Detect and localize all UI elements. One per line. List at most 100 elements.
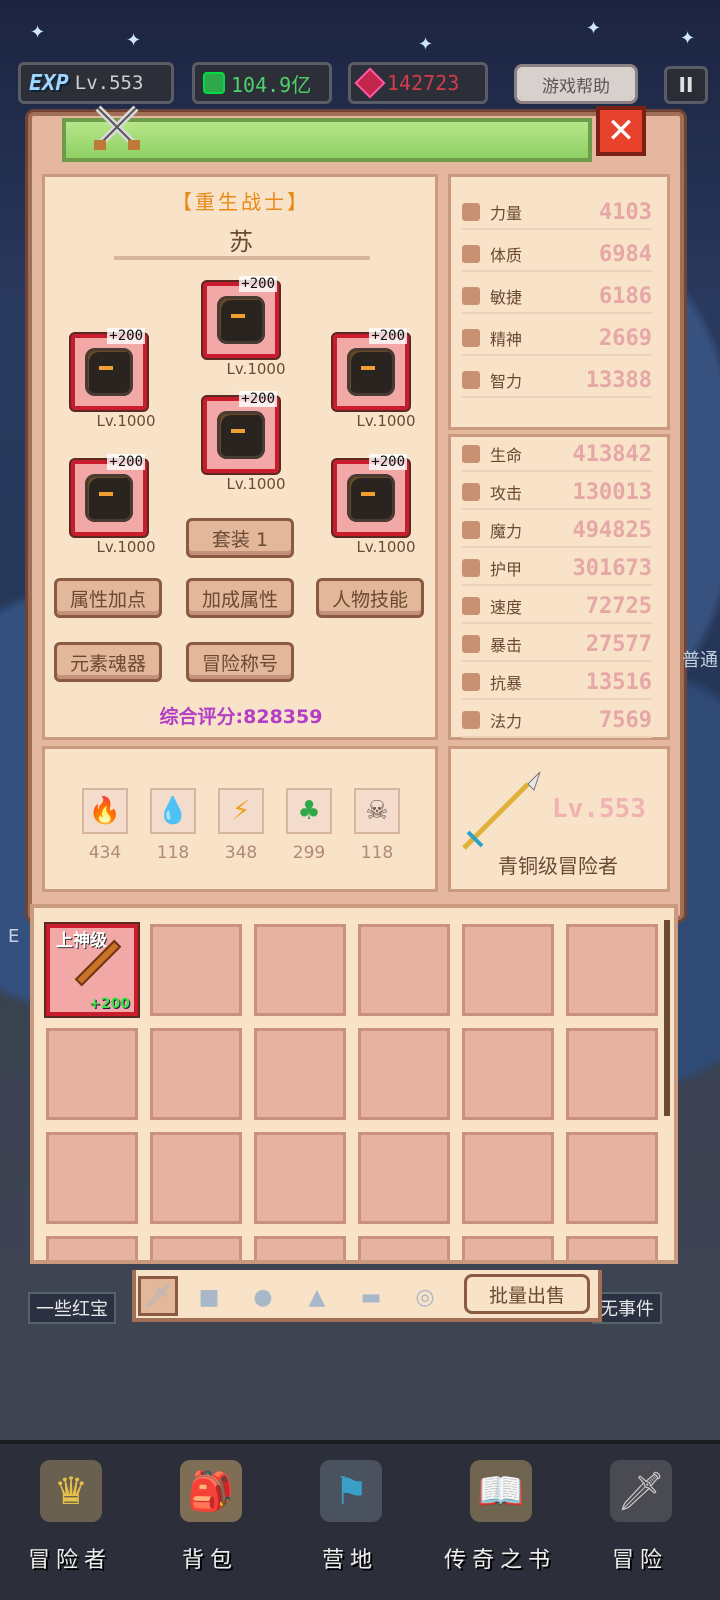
- stat-value: 130013: [572, 479, 652, 505]
- edge-text-right: 普通: [682, 650, 718, 671]
- stat-label: 精神: [490, 330, 523, 349]
- inventory-slot[interactable]: [150, 924, 242, 1016]
- inventory-slot[interactable]: [462, 1236, 554, 1260]
- shield-icon: [462, 559, 480, 577]
- equip-slot-shield[interactable]: +200: [333, 328, 409, 410]
- stat-label: 速度: [490, 598, 523, 617]
- inventory-item-sword[interactable]: 上神级 +200: [46, 924, 138, 1016]
- stat-value: 7569: [599, 707, 652, 733]
- book-icon: 📖: [470, 1460, 532, 1522]
- inventory-slot[interactable]: [150, 1132, 242, 1224]
- tab-ring-icon[interactable]: ◎: [408, 1280, 442, 1314]
- inventory-grid: 上神级 +200: [30, 904, 678, 1264]
- crit-resist-icon: [462, 673, 480, 691]
- inventory-slot[interactable]: [254, 1028, 346, 1120]
- equip-slot-boots[interactable]: +200: [333, 454, 409, 536]
- enhance-level: +200: [239, 391, 277, 407]
- equip-slot-gloves[interactable]: +200: [71, 454, 147, 536]
- nav-backpack[interactable]: 🎒 背包: [150, 1452, 270, 1592]
- inventory-scrollbar[interactable]: [664, 920, 670, 1116]
- tab-helmet-icon[interactable]: ●: [246, 1280, 280, 1314]
- nav-adventure[interactable]: 🗡 冒险: [580, 1452, 700, 1592]
- equip-level: Lv.1000: [96, 412, 156, 430]
- stat-label: 法力: [490, 712, 523, 731]
- equip-slot-weapon[interactable]: +200: [71, 328, 147, 410]
- inventory-slot[interactable]: [566, 1236, 658, 1260]
- game-help-button[interactable]: 游戏帮助: [514, 64, 638, 104]
- stat-label: 攻击: [490, 484, 523, 503]
- inventory-slot[interactable]: [358, 924, 450, 1016]
- adventure-title-button[interactable]: 冒险称号: [186, 642, 294, 682]
- stat-label: 智力: [490, 372, 523, 391]
- inventory-slot[interactable]: [254, 1236, 346, 1260]
- inventory-slot[interactable]: [150, 1028, 242, 1120]
- sword-icon: 🗡: [610, 1460, 672, 1522]
- fire-value: 434: [88, 843, 122, 863]
- heart-icon: [462, 445, 480, 463]
- shield-icon: [347, 348, 395, 396]
- nav-camp[interactable]: ⚑ 营地: [290, 1452, 410, 1592]
- item-tier: 上神级: [56, 931, 107, 951]
- inventory-slot[interactable]: [462, 924, 554, 1016]
- bonus-attributes-button[interactable]: 加成属性: [186, 578, 294, 618]
- inventory-slot[interactable]: [566, 1132, 658, 1224]
- inventory-slot[interactable]: [462, 1132, 554, 1224]
- equip-slot-helmet[interactable]: +200: [203, 276, 279, 358]
- stat-row: 暴击 27577: [462, 628, 652, 662]
- inventory-slot[interactable]: [46, 1236, 138, 1260]
- inventory-slot[interactable]: [358, 1236, 450, 1260]
- inventory-slot[interactable]: [566, 1028, 658, 1120]
- stat-label: 生命: [490, 446, 523, 465]
- star-icon: ✦: [126, 30, 142, 51]
- stat-value: 72725: [585, 593, 652, 619]
- stat-label: 抗暴: [490, 674, 523, 693]
- tab-weapon-icon[interactable]: 🗡: [138, 1276, 178, 1316]
- crown-icon: ♛: [40, 1460, 102, 1522]
- nav-adventurer[interactable]: ♛ 冒险者: [10, 1452, 130, 1592]
- inventory-slot[interactable]: [566, 924, 658, 1016]
- gloves-icon: [85, 474, 133, 522]
- inventory-slot[interactable]: [46, 1132, 138, 1224]
- element-soul-button[interactable]: 元素魂器: [54, 642, 162, 682]
- stat-label: 护甲: [490, 560, 523, 579]
- banner-icon: ⚑: [320, 1460, 382, 1522]
- tab-accessory-icon[interactable]: ▲: [300, 1280, 334, 1314]
- bulk-sell-button[interactable]: 批量出售: [464, 1274, 590, 1314]
- inventory-slot[interactable]: [254, 1132, 346, 1224]
- character-skills-button[interactable]: 人物技能: [316, 578, 424, 618]
- stat-label: 体质: [490, 246, 523, 265]
- inventory-slot[interactable]: [358, 1132, 450, 1224]
- brain-icon: [462, 371, 480, 389]
- skull-icon[interactable]: ☠: [354, 788, 400, 834]
- stat-row: 生命 413842: [462, 438, 652, 472]
- water-icon[interactable]: 💧: [150, 788, 196, 834]
- tab-chest-icon[interactable]: ▬: [354, 1280, 388, 1314]
- heart-icon: [462, 245, 480, 263]
- earth-icon[interactable]: ♣: [286, 788, 332, 834]
- tab-armor-icon[interactable]: ■: [192, 1280, 226, 1314]
- stat-label: 敏捷: [490, 288, 523, 307]
- inventory-slot[interactable]: [462, 1028, 554, 1120]
- inventory-slot[interactable]: [46, 1028, 138, 1120]
- equip-slot-armor[interactable]: +200: [203, 391, 279, 473]
- stat-row: 敏捷 6186: [462, 280, 652, 314]
- close-button[interactable]: ✕: [596, 106, 646, 156]
- attribute-points-button[interactable]: 属性加点: [54, 578, 162, 618]
- nav-legend-book[interactable]: 📖 传奇之书: [440, 1452, 560, 1592]
- lightning-icon[interactable]: ⚡: [218, 788, 264, 834]
- inventory-slot[interactable]: [254, 924, 346, 1016]
- fire-icon[interactable]: 🔥: [82, 788, 128, 834]
- set-button[interactable]: 套装 1: [186, 518, 294, 558]
- pause-button[interactable]: II: [664, 66, 708, 104]
- equip-level: Lv.1000: [356, 538, 416, 556]
- stat-row: 魔力 494825: [462, 514, 652, 548]
- stat-row: 攻击 130013: [462, 476, 652, 510]
- spear-icon: [462, 771, 541, 850]
- spirit-icon: [462, 329, 480, 347]
- stat-value: 413842: [572, 441, 652, 467]
- inventory-slot[interactable]: [358, 1028, 450, 1120]
- lightning-value: 348: [224, 843, 258, 863]
- staff-icon: [462, 521, 480, 539]
- inventory-slot[interactable]: [150, 1236, 242, 1260]
- stat-value: 301673: [572, 555, 652, 581]
